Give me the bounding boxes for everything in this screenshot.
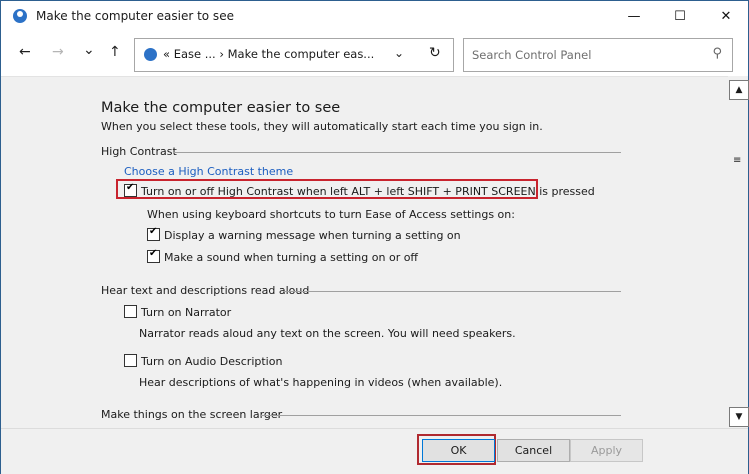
section-divider xyxy=(173,152,621,153)
checkbox-label: Display a warning message when turning a… xyxy=(164,229,461,242)
choose-high-contrast-theme-link[interactable]: Choose a High Contrast theme xyxy=(124,165,293,178)
window-title: Make the computer easier to see xyxy=(36,9,234,23)
apply-button[interactable]: Apply xyxy=(570,439,643,462)
scroll-down-arrow-icon[interactable]: ▼ xyxy=(729,407,749,427)
checkbox-checked-icon[interactable] xyxy=(147,248,160,263)
vertical-scrollbar[interactable]: ▲ ≡ ▼ xyxy=(728,76,749,428)
section-divider xyxy=(261,415,621,416)
audio-description-checkbox[interactable]: Turn on Audio Description xyxy=(124,354,282,368)
page-title: Make the computer easier to see xyxy=(101,100,341,116)
search-input[interactable]: Search Control Panel ⚲ xyxy=(463,38,733,72)
page-subtitle: When you select these tools, they will a… xyxy=(101,120,543,133)
control-panel-address-icon xyxy=(144,48,157,61)
shortcut-note: When using keyboard shortcuts to turn Ea… xyxy=(147,208,515,221)
back-arrow-icon[interactable]: ← xyxy=(19,44,31,60)
address-dropdown-icon[interactable]: ⌄ xyxy=(394,46,404,60)
search-placeholder: Search Control Panel xyxy=(472,48,592,62)
scroll-thumb-grip-icon[interactable]: ≡ xyxy=(733,156,741,166)
section-title: Hear text and descriptions read aloud xyxy=(101,284,310,297)
scroll-up-arrow-icon[interactable]: ▲ xyxy=(729,80,749,100)
refresh-icon[interactable]: ↻ xyxy=(429,45,441,61)
minimize-button[interactable]: — xyxy=(611,1,657,32)
address-bar[interactable]: « Ease ... › Make the computer eas... ⌄ … xyxy=(134,38,454,72)
close-button[interactable]: ✕ xyxy=(703,1,749,32)
ok-button[interactable]: OK xyxy=(422,439,495,462)
dialog-footer: OK Cancel Apply xyxy=(1,428,748,474)
control-panel-icon xyxy=(13,9,27,23)
title-bar: Make the computer easier to see — ☐ ✕ xyxy=(1,1,748,32)
section-title: Make things on the screen larger xyxy=(101,408,283,421)
cancel-button[interactable]: Cancel xyxy=(497,439,570,462)
checkbox-checked-icon[interactable] xyxy=(147,226,160,241)
up-arrow-icon[interactable]: ↑ xyxy=(109,44,121,60)
navigation-bar: ← → ⌄ ↑ « Ease ... › Make the computer e… xyxy=(1,32,748,76)
breadcrumb[interactable]: « Ease ... › Make the computer eas... xyxy=(163,47,374,61)
checkbox-label: Make a sound when turning a setting on o… xyxy=(164,251,419,264)
audio-description-description: Hear descriptions of what's happening in… xyxy=(139,376,503,389)
section-larger: Make things on the screen larger xyxy=(101,408,621,421)
checkbox-label: Turn on Narrator xyxy=(141,306,232,319)
recent-locations-chevron-icon[interactable]: ⌄ xyxy=(83,42,95,58)
make-sound-checkbox[interactable]: Make a sound when turning a setting on o… xyxy=(147,248,419,264)
narrator-description: Narrator reads aloud any text on the scr… xyxy=(139,327,516,340)
warning-message-checkbox[interactable]: Display a warning message when turning a… xyxy=(147,226,461,242)
forward-arrow-icon[interactable]: → xyxy=(52,44,64,60)
section-title: High Contrast xyxy=(101,145,177,158)
narrator-checkbox[interactable]: Turn on Narrator xyxy=(124,305,231,319)
section-high-contrast: High Contrast xyxy=(101,145,621,158)
section-read-aloud: Hear text and descriptions read aloud xyxy=(101,284,621,297)
checkbox-unchecked-icon[interactable] xyxy=(124,305,137,318)
maximize-button[interactable]: ☐ xyxy=(657,1,703,32)
checkbox-unchecked-icon[interactable] xyxy=(124,354,137,367)
section-divider xyxy=(283,291,621,292)
settings-content: Make the computer easier to see When you… xyxy=(1,76,728,429)
highlight-box xyxy=(116,179,538,199)
search-icon[interactable]: ⚲ xyxy=(712,46,722,61)
control-panel-window: Make the computer easier to see — ☐ ✕ ← … xyxy=(0,0,749,474)
checkbox-label: Turn on Audio Description xyxy=(141,355,283,368)
